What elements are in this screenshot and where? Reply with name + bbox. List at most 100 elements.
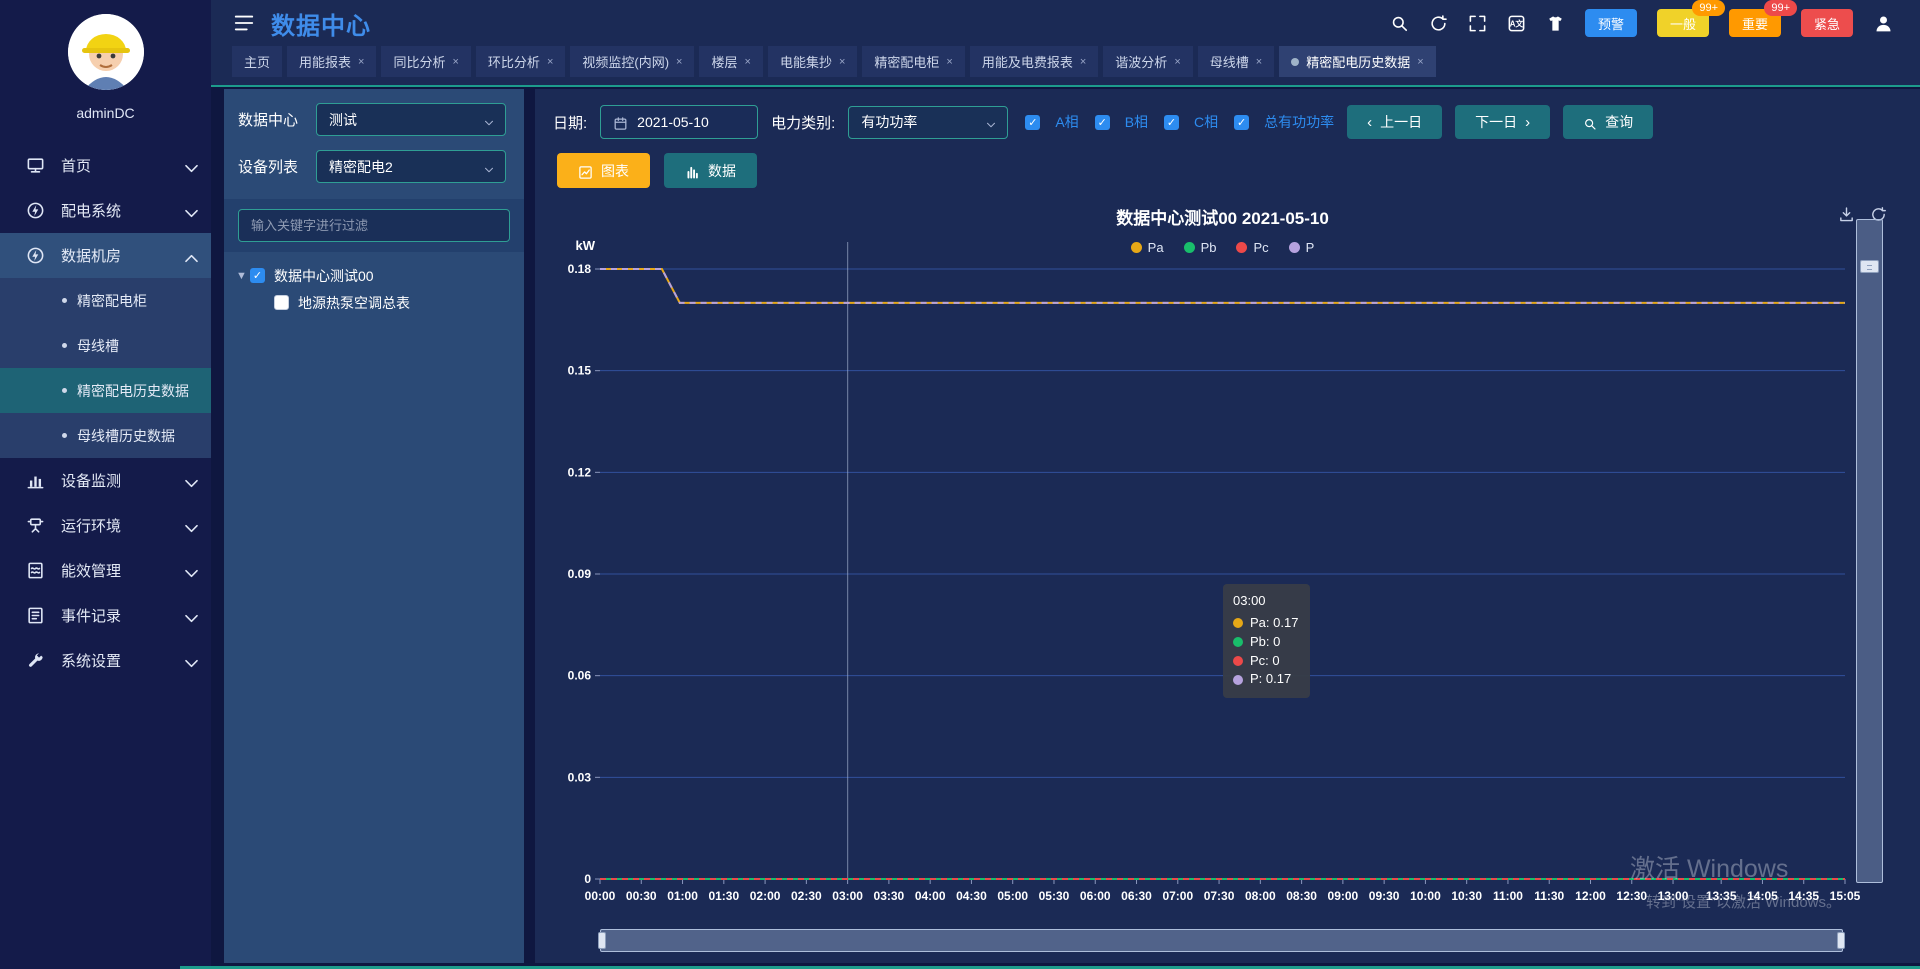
tab-close-icon[interactable]: × [1174, 56, 1180, 68]
phase-checkbox-2[interactable]: ✓ C相 [1164, 112, 1218, 132]
sidebar-item-env[interactable]: 运行环境 [0, 503, 211, 548]
svg-text:07:00: 07:00 [1162, 889, 1193, 903]
date-picker[interactable]: 2021-05-10 [600, 105, 758, 139]
refresh-icon[interactable] [1429, 14, 1448, 33]
tab-8[interactable]: 用能及电费报表 × [970, 46, 1098, 77]
chart-view-button[interactable]: 图表 [557, 153, 650, 188]
tree-node-child[interactable]: 地源热泵空调总表 [236, 289, 514, 316]
caret-down-icon[interactable]: ▼ [236, 270, 250, 282]
tab-close-icon[interactable]: × [839, 56, 845, 68]
svg-text:03:30: 03:30 [874, 889, 905, 903]
tab-1[interactable]: 用能报表 × [287, 46, 376, 77]
fullscreen-icon[interactable] [1468, 14, 1487, 33]
download-icon[interactable] [1838, 206, 1855, 223]
theme-icon[interactable] [1546, 14, 1565, 33]
tab-9[interactable]: 谐波分析 × [1103, 46, 1192, 77]
query-button[interactable]: 查询 [1563, 105, 1653, 139]
datazoom-horizontal-slider[interactable] [600, 929, 1843, 952]
bullet-icon [62, 433, 67, 438]
search-icon [1583, 115, 1597, 129]
sidebar-item-power-system[interactable]: 配电系统 [0, 188, 211, 233]
phase-checkbox-0[interactable]: ✓ A相 [1025, 112, 1078, 132]
datazoom-vertical-slider[interactable] [1856, 219, 1883, 883]
hamburger-icon[interactable] [233, 12, 255, 34]
chart-plot[interactable]: kW00.030.060.090.120.150.1800:0000:3001:… [535, 234, 1920, 911]
tab-5[interactable]: 楼层 × [699, 46, 762, 77]
tab-close-icon[interactable]: × [745, 56, 751, 68]
sidebar-item-events[interactable]: 事件记录 [0, 593, 211, 638]
query-toolbar: 日期: 2021-05-10 电力类别: 有功功率 ✓ A相 ✓ B相 ✓ C相… [553, 105, 1653, 139]
tab-close-icon[interactable]: × [1256, 56, 1262, 68]
filter-input[interactable] [238, 209, 510, 242]
alert-button-3[interactable]: 紧急 [1801, 9, 1853, 37]
sidebar-item-home[interactable]: 首页 [0, 143, 211, 188]
header-top: 数据中心 A文 预警 一般 99+重要 99+紧急 [211, 0, 1920, 46]
svg-text:08:30: 08:30 [1286, 889, 1317, 903]
tree-node-root[interactable]: ▼ ✓ 数据中心测试00 [236, 262, 514, 289]
tab-0[interactable]: 主页 [232, 46, 282, 77]
search-icon[interactable] [1390, 14, 1409, 33]
datazoom-handle-right[interactable] [1837, 932, 1845, 949]
tab-6[interactable]: 电能集抄 × [768, 46, 857, 77]
alert-button-0[interactable]: 预警 [1585, 9, 1637, 37]
svg-text:07:30: 07:30 [1204, 889, 1235, 903]
power-icon [26, 201, 45, 220]
tree-checkbox-child[interactable] [274, 295, 289, 310]
sidebar-item-energy[interactable]: 能效管理 [0, 548, 211, 593]
svg-text:0.03: 0.03 [568, 770, 592, 784]
tab-10[interactable]: 母线槽 × [1198, 46, 1274, 77]
tab-close-icon[interactable]: × [452, 56, 458, 68]
svg-text:02:00: 02:00 [750, 889, 781, 903]
tab-active-dot [1291, 58, 1299, 66]
tab-close-icon[interactable]: × [547, 56, 553, 68]
calendar-icon [613, 115, 628, 130]
svg-text:A文: A文 [1510, 18, 1524, 28]
main-content: 日期: 2021-05-10 电力类别: 有功功率 ✓ A相 ✓ B相 ✓ C相… [535, 89, 1920, 963]
submenu-item[interactable]: 母线槽历史数据 [0, 413, 211, 458]
tab-close-icon[interactable]: × [1080, 56, 1086, 68]
next-day-button[interactable]: 下一日 › [1455, 105, 1550, 139]
submenu-item[interactable]: 母线槽 [0, 323, 211, 368]
tab-close-icon[interactable]: × [946, 56, 952, 68]
phase-checkbox-3[interactable]: ✓ 总有功功率 [1234, 112, 1334, 132]
alert-button-2[interactable]: 重要 99+ [1729, 9, 1781, 37]
datazoom-handle-top[interactable] [1860, 260, 1879, 273]
power-type-select[interactable]: 有功功率 [848, 106, 1008, 139]
chevron-down-icon [182, 474, 201, 493]
bars-icon [26, 471, 45, 490]
datazoom-handle-left[interactable] [598, 932, 606, 949]
tooltip-row: Pc: 0 [1233, 652, 1298, 671]
alert-button-1[interactable]: 一般 99+ [1657, 9, 1709, 37]
tree-checkbox-root[interactable]: ✓ [250, 268, 265, 283]
tab-11[interactable]: 精密配电历史数据 × [1279, 46, 1435, 77]
tab-2[interactable]: 同比分析 × [381, 46, 470, 77]
datacenter-select-value: 测试 [329, 110, 357, 130]
sidebar-item-settings[interactable]: 系统设置 [0, 638, 211, 683]
phase-checkbox-1[interactable]: ✓ B相 [1095, 112, 1148, 132]
submenu-item[interactable]: 精密配电历史数据 [0, 368, 211, 413]
user-icon[interactable] [1873, 13, 1894, 34]
device-select[interactable]: 精密配电2 [316, 150, 506, 183]
tab-7[interactable]: 精密配电柜 × [862, 46, 964, 77]
tab-4[interactable]: 视频监控(内网) × [570, 46, 694, 77]
svg-text:06:00: 06:00 [1080, 889, 1111, 903]
data-view-button[interactable]: 数据 [664, 153, 757, 188]
prev-day-button[interactable]: ‹ 上一日 [1347, 105, 1442, 139]
translate-icon[interactable]: A文 [1507, 14, 1526, 33]
sidebar-item-data-room[interactable]: 数据机房 [0, 233, 211, 278]
datacenter-field: 数据中心 测试 [224, 89, 524, 136]
tab-close-icon[interactable]: × [1417, 56, 1423, 68]
tab-close-icon[interactable]: × [676, 56, 682, 68]
tab-close-icon[interactable]: × [358, 56, 364, 68]
svg-text:08:00: 08:00 [1245, 889, 1276, 903]
sidebar-item-device-monitor[interactable]: 设备监测 [0, 458, 211, 503]
svg-text:kW: kW [576, 238, 596, 253]
datacenter-select[interactable]: 测试 [316, 103, 506, 136]
svg-text:12:00: 12:00 [1575, 889, 1606, 903]
tab-3[interactable]: 环比分析 × [476, 46, 565, 77]
chevron-down-icon [483, 161, 495, 173]
chevron-down-icon [182, 654, 201, 673]
avatar[interactable] [0, 0, 211, 95]
device-select-value: 精密配电2 [329, 157, 393, 177]
submenu-item[interactable]: 精密配电柜 [0, 278, 211, 323]
